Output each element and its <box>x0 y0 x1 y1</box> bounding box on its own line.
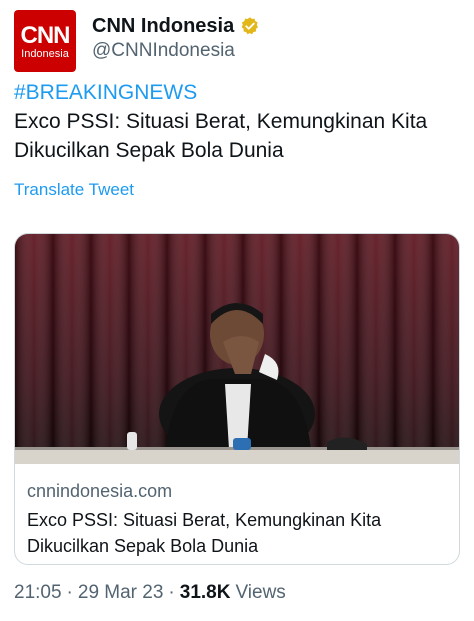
tweet-body: #BREAKINGNEWS Exco PSSI: Situasi Berat, … <box>14 78 460 165</box>
avatar[interactable]: CNN Indonesia <box>14 10 76 72</box>
link-card[interactable]: cnnindonesia.com Exco PSSI: Situasi Bera… <box>14 233 460 565</box>
display-name[interactable]: CNN Indonesia <box>92 15 234 38</box>
avatar-sub-label: Indonesia <box>21 48 69 60</box>
tweet-time[interactable]: 21:05 <box>14 582 62 604</box>
tweet-meta: 21:05 · 29 Mar 23 · 31.8K Views <box>14 582 286 604</box>
card-title: Exco PSSI: Situasi Berat, Kemungkinan Ki… <box>27 510 382 556</box>
tweet-text: Exco PSSI: Situasi Berat, Kemungkinan Ki… <box>14 110 428 162</box>
user-handle[interactable]: @CNNIndonesia <box>92 40 235 62</box>
verified-badge-icon <box>240 16 260 36</box>
tweet-header: CNN Indonesia CNN Indonesia @CNNIndonesi… <box>14 8 460 72</box>
tweet-date[interactable]: 29 Mar 23 <box>78 582 164 604</box>
meta-separator: · <box>168 582 175 603</box>
name-row: CNN Indonesia <box>92 13 260 39</box>
card-domain: cnnindonesia.com <box>27 481 173 501</box>
translate-tweet-link[interactable]: Translate Tweet <box>14 180 134 200</box>
cnn-logo: CNN <box>20 22 71 49</box>
views-count: 31.8K <box>179 582 231 603</box>
views-label: Views <box>235 582 286 603</box>
card-image <box>15 234 459 464</box>
hashtag-link[interactable]: #BREAKINGNEWS <box>14 78 460 107</box>
meta-separator: · <box>66 582 73 603</box>
